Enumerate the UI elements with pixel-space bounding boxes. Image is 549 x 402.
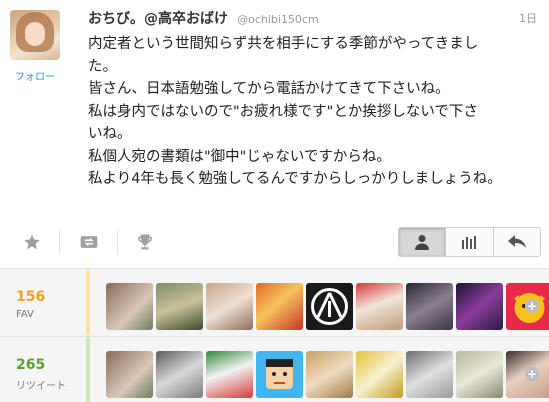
fav-user-avatar[interactable] (156, 283, 203, 330)
bar-chart-icon (462, 236, 477, 249)
retweet-icon (80, 236, 98, 248)
tweet-text: 内定者という世間知らず共を相手にする季節がやってきまし た。 皆さん、日本語勉強… (88, 33, 543, 191)
retweet-count[interactable]: 265 (16, 357, 45, 373)
retweet-label: リツイート (16, 381, 66, 392)
fav-user-avatar[interactable] (456, 283, 503, 330)
retweet-user-avatar[interactable] (256, 351, 303, 398)
tweet-time[interactable]: 1日 (519, 10, 537, 26)
stats-panel: 156 FAV + 265 リツイート + (0, 268, 549, 402)
stats-tab-button[interactable] (446, 228, 494, 256)
tweet-line: 私は身内ではないので"お疲れ様です"とか挨拶しないで下さ (88, 103, 478, 120)
retweet-user-avatar[interactable] (406, 351, 453, 398)
follow-link[interactable]: フォロー (10, 68, 60, 83)
trophy-icon (138, 234, 152, 250)
fav-user-avatar[interactable] (106, 283, 153, 330)
tweet-line: いね。 (88, 126, 132, 142)
fav-label: FAV (16, 309, 34, 320)
fav-user-avatar[interactable] (306, 283, 353, 330)
action-bar (0, 218, 549, 266)
favorite-button[interactable] (18, 230, 46, 254)
retweet-user-avatar[interactable] (456, 351, 503, 398)
avatar[interactable] (10, 10, 60, 60)
retweet-user-avatar[interactable] (206, 351, 253, 398)
retweet-user-avatar[interactable] (306, 351, 353, 398)
user-column: フォロー (10, 10, 65, 83)
tweet-line: た。 (88, 58, 117, 75)
fav-count[interactable]: 156 (16, 289, 45, 305)
tweet-line: 皆さん、日本語勉強してから電話かけてきて下さいね。 (88, 81, 450, 97)
retweet-user-avatar[interactable] (156, 351, 203, 398)
fav-user-avatar[interactable] (406, 283, 453, 330)
reply-icon (507, 235, 526, 248)
fav-user-avatar[interactable] (206, 283, 253, 330)
reply-button[interactable] (494, 228, 540, 256)
retweet-button[interactable] (75, 230, 103, 254)
view-toggle-group (398, 227, 541, 257)
more-fav-button[interactable]: + (525, 299, 539, 313)
tweet-line: 内定者という世間知らず共を相手にする季節がやってきまし (88, 36, 479, 52)
tweet-header: おちび。@高卒おばけ @ochibi150cm 1日 (88, 8, 543, 28)
tweet-line: 私個人宛の書類は"御中"じゃないですからね。 (88, 148, 391, 165)
fav-row: 156 FAV + (0, 269, 549, 335)
more-retweet-button[interactable]: + (525, 367, 539, 381)
fav-user-avatar[interactable] (256, 283, 303, 330)
fav-user-avatar[interactable] (356, 283, 403, 330)
users-tab-button[interactable] (399, 228, 447, 256)
retweet-row: 265 リツイート + (0, 336, 549, 402)
screen-name[interactable]: @ochibi150cm (237, 13, 319, 26)
star-icon (24, 234, 40, 250)
user-icon (415, 235, 430, 250)
retweet-user-avatar[interactable] (356, 351, 403, 398)
trophy-button[interactable] (131, 230, 159, 254)
tweet-line: 私より4年も長く勉強してるんですからしっかりしましょうね。 (88, 171, 502, 187)
user-name[interactable]: おちび。@高卒おばけ (88, 11, 228, 27)
retweet-user-avatar[interactable] (106, 351, 153, 398)
